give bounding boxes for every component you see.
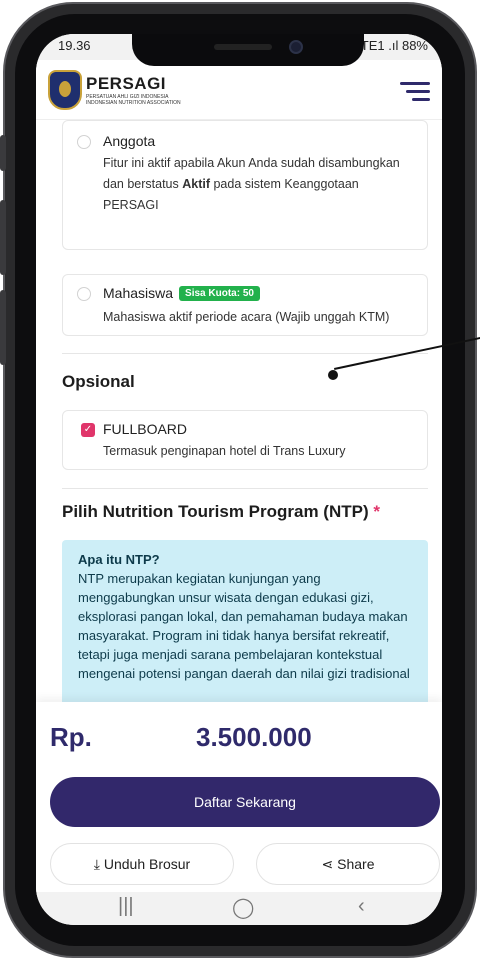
option-title-mahasiswa: Mahasiswa Sisa Kuota: 50 bbox=[103, 285, 260, 301]
hamburger-menu-icon[interactable] bbox=[400, 82, 430, 102]
android-nav-bar: ||| ◯ ‹ bbox=[36, 892, 442, 925]
price-value: 3.500.000 bbox=[196, 722, 312, 752]
brand-subtitle: Persatuan Ahli Gizi Indonesia Indonesian… bbox=[86, 94, 181, 106]
section-title-opsional: Opsional bbox=[62, 372, 135, 391]
download-icon: ⤓ bbox=[93, 855, 100, 872]
annotation-dot bbox=[328, 370, 338, 380]
status-time: 19.36 bbox=[58, 38, 91, 53]
back-icon[interactable]: ‹ bbox=[358, 895, 365, 918]
ntp-info-box: Apa itu NTP? NTP merupakan kegiatan kunj… bbox=[62, 540, 428, 702]
required-mark: * bbox=[373, 502, 380, 521]
section-divider bbox=[62, 353, 428, 354]
registration-content: Anggota Fitur ini aktif apabila Akun And… bbox=[36, 120, 442, 702]
status-indicators: LTE1 .ıl 88% bbox=[354, 38, 428, 53]
persagi-logo bbox=[48, 70, 82, 110]
price-currency: Rp. bbox=[50, 722, 92, 752]
optional-card-fullboard[interactable]: ✓ FULLBOARD Termasuk penginapan hotel di… bbox=[62, 410, 428, 470]
volume-up-button bbox=[0, 200, 6, 275]
share-icon: ⋖ bbox=[321, 855, 334, 872]
front-camera bbox=[289, 40, 303, 54]
register-now-button[interactable]: Daftar Sekarang bbox=[50, 777, 440, 827]
option-card-mahasiswa[interactable]: Mahasiswa Sisa Kuota: 50 Mahasiswa aktif … bbox=[62, 274, 428, 336]
phone-screen: 19.36 LTE1 .ıl 88% PERSAGI Persatuan Ahl… bbox=[36, 34, 442, 925]
price-footer: Rp. 3.500.000 Daftar Sekarang ⤓ Unduh Br… bbox=[36, 702, 442, 892]
phone-side-button bbox=[0, 135, 6, 171]
brand-name: PERSAGI bbox=[86, 74, 167, 93]
share-button[interactable]: ⋖ Share bbox=[256, 843, 440, 885]
recent-apps-icon[interactable]: ||| bbox=[118, 895, 134, 918]
quota-badge: Sisa Kuota: 50 bbox=[179, 286, 260, 301]
option-card-anggota[interactable]: Anggota Fitur ini aktif apabila Akun And… bbox=[62, 120, 428, 250]
radio-anggota[interactable] bbox=[77, 135, 91, 149]
app-header: PERSAGI Persatuan Ahli Gizi Indonesia In… bbox=[36, 60, 442, 120]
option-desc-anggota: Fitur ini aktif apabila Akun Anda sudah … bbox=[103, 156, 400, 212]
optional-desc-fullboard: Termasuk penginapan hotel di Trans Luxur… bbox=[103, 444, 346, 458]
earpiece-speaker bbox=[214, 44, 272, 50]
section-title-ntp: Pilih Nutrition Tourism Program (NTP) * bbox=[62, 502, 380, 521]
checkbox-fullboard[interactable]: ✓ bbox=[81, 423, 95, 437]
optional-title-fullboard: FULLBOARD bbox=[103, 421, 188, 437]
ntp-info-body: NTP merupakan kegiatan kunjungan yang me… bbox=[78, 571, 410, 681]
download-brochure-button[interactable]: ⤓ Unduh Brosur bbox=[50, 843, 234, 885]
section-divider bbox=[62, 488, 428, 489]
volume-down-button bbox=[0, 290, 6, 365]
radio-mahasiswa[interactable] bbox=[77, 287, 91, 301]
ntp-info-title: Apa itu NTP? bbox=[78, 552, 160, 567]
option-title-anggota: Anggota bbox=[103, 133, 156, 149]
option-desc-mahasiswa: Mahasiswa aktif periode acara (Wajib ung… bbox=[103, 310, 390, 324]
home-icon[interactable]: ◯ bbox=[232, 895, 254, 920]
camera-notch bbox=[132, 34, 364, 66]
